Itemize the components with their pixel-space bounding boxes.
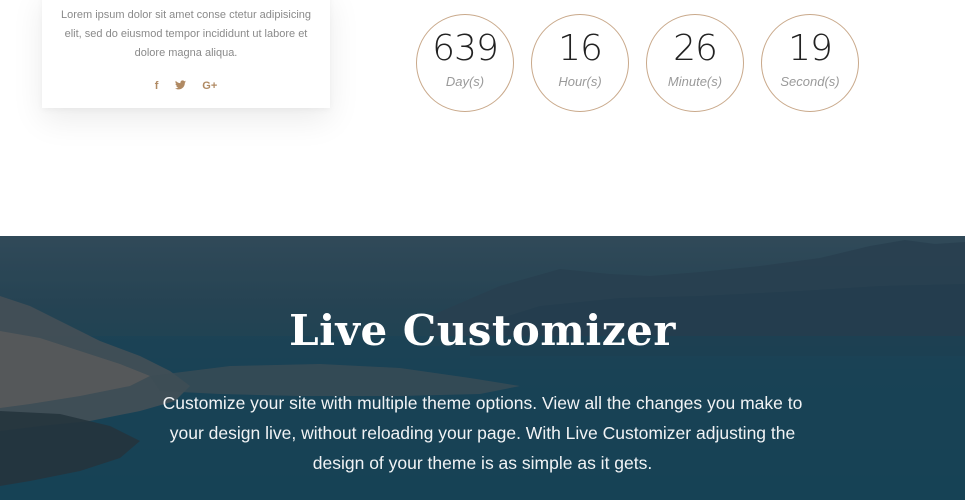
google-plus-icon[interactable]: G+ — [202, 80, 217, 92]
section-description: Customize your site with multiple theme … — [150, 388, 815, 478]
section-title: Live Customizer — [289, 306, 676, 355]
card-description-line: elit, sed do eiusmod tempor incididunt u… — [64, 28, 308, 40]
twitter-icon[interactable] — [174, 80, 186, 92]
card-description: Lorem ipsum dolor sit amet conse ctetur … — [42, 6, 330, 63]
card-description-line: Lorem ipsum dolor sit amet conse ctetur … — [60, 9, 312, 21]
countdown-days: 639 Day(s) — [416, 14, 514, 112]
section-description-line: Customize your site with multiple theme … — [162, 393, 803, 413]
countdown-minutes: 26 Minute(s) — [646, 14, 744, 112]
countdown-days-value: 639 — [432, 28, 499, 69]
social-links: f G+ — [42, 76, 330, 94]
countdown-seconds-label: Second(s) — [780, 74, 840, 89]
countdown-hours-label: Hour(s) — [558, 74, 602, 89]
countdown-seconds: 19 Second(s) — [761, 14, 859, 112]
team-member-card: Lorem ipsum dolor sit amet conse ctetur … — [42, 0, 330, 108]
countdown-days-label: Day(s) — [445, 74, 485, 89]
facebook-icon[interactable]: f — [155, 80, 159, 92]
countdown-hours-value: 16 — [558, 28, 603, 69]
countdown-minutes-value: 26 — [673, 28, 718, 69]
countdown-minutes-label: Minute(s) — [667, 74, 723, 89]
section-description-line: your design live, without reloading your… — [169, 423, 796, 443]
countdown-seconds-value: 19 — [788, 28, 833, 69]
countdown-hours: 16 Hour(s) — [531, 14, 629, 112]
section-description-line: design of your theme is as simple as it … — [312, 453, 653, 473]
card-description-line: dolore magna aliqua. — [134, 47, 238, 59]
live-customizer-section: Live Customizer Customize your site with… — [0, 236, 965, 500]
